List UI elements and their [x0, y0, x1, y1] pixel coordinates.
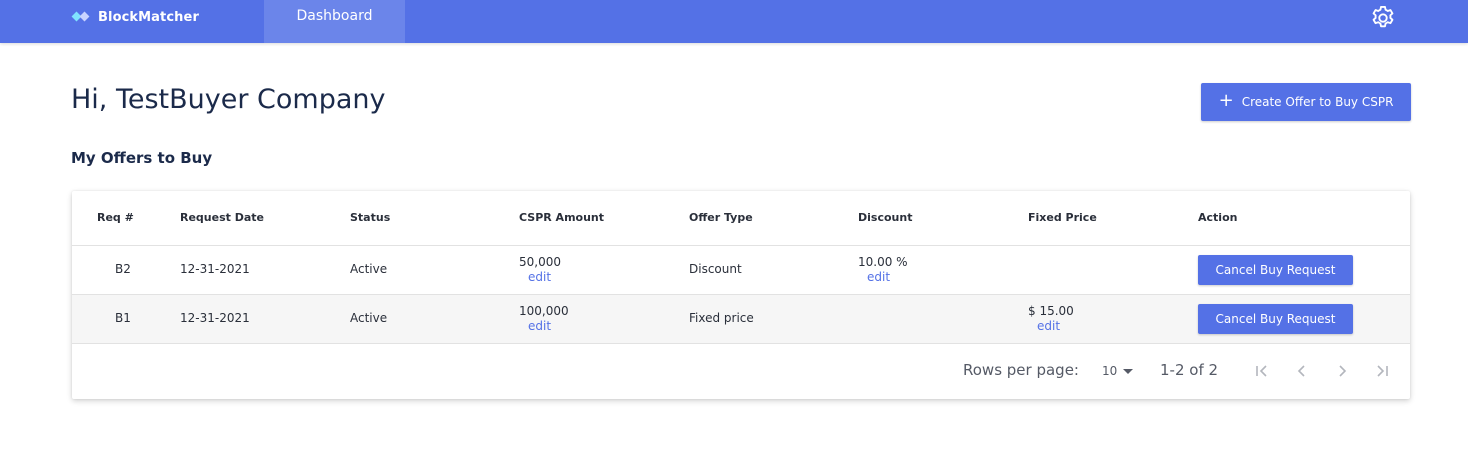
cell-req: B1: [115, 311, 131, 325]
cspr-amount-value: 100,000: [519, 304, 569, 318]
brand[interactable]: BlockMatcher: [71, 8, 199, 26]
fixed-price-value: $ 15.00: [1028, 304, 1074, 318]
table-header: Req # Request Date Status CSPR Amount Of…: [72, 191, 1410, 246]
create-offer-button[interactable]: + Create Offer to Buy CSPR: [1201, 83, 1411, 121]
column-header-discount[interactable]: Discount: [858, 211, 912, 224]
cell-request-date: 12-31-2021: [180, 311, 250, 325]
rows-per-page-label: Rows per page:: [963, 361, 1079, 379]
rows-per-page-select[interactable]: 10: [1102, 364, 1134, 378]
column-header-action: Action: [1198, 211, 1238, 224]
pagination-range: 1-2 of 2: [1160, 361, 1219, 379]
cell-cspr-amount: 50,000 edit: [519, 255, 561, 284]
brand-name: BlockMatcher: [98, 9, 199, 25]
last-page-icon[interactable]: [1370, 359, 1394, 383]
table-pagination: Rows per page: 10 1-2 of 2: [72, 345, 1410, 399]
edit-discount-link[interactable]: edit: [858, 270, 908, 284]
edit-amount-link[interactable]: edit: [519, 319, 569, 333]
first-page-icon[interactable]: [1250, 359, 1274, 383]
cancel-buy-request-button[interactable]: Cancel Buy Request: [1198, 304, 1353, 334]
cell-offer-type: Discount: [689, 262, 742, 276]
cell-request-date: 12-31-2021: [180, 262, 250, 276]
offers-table-card: Req # Request Date Status CSPR Amount Of…: [72, 191, 1410, 399]
tab-dashboard[interactable]: Dashboard: [264, 0, 405, 43]
cell-fixed-price: $ 15.00 edit: [1028, 304, 1074, 333]
edit-fixed-price-link[interactable]: edit: [1028, 319, 1074, 333]
column-header-req[interactable]: Req #: [97, 211, 134, 224]
table-row: B1 12-31-2021 Active 100,000 edit Fixed …: [72, 295, 1410, 344]
create-offer-label: Create Offer to Buy CSPR: [1241, 95, 1394, 109]
cell-cspr-amount: 100,000 edit: [519, 304, 569, 333]
column-header-status[interactable]: Status: [350, 211, 390, 224]
cspr-amount-value: 50,000: [519, 255, 561, 269]
settings-gear-icon[interactable]: [1369, 4, 1397, 32]
rows-per-page-value: 10: [1102, 364, 1118, 378]
column-header-request-date[interactable]: Request Date: [180, 211, 264, 224]
previous-page-icon[interactable]: [1290, 359, 1314, 383]
cell-offer-type: Fixed price: [689, 311, 754, 325]
cell-status: Active: [350, 311, 388, 325]
edit-amount-link[interactable]: edit: [519, 270, 561, 284]
section-title: My Offers to Buy: [71, 149, 213, 167]
table-row: B2 12-31-2021 Active 50,000 edit Discoun…: [72, 246, 1410, 295]
dropdown-caret-icon: [1123, 368, 1134, 374]
next-page-icon[interactable]: [1330, 359, 1354, 383]
column-header-fixed-price[interactable]: Fixed Price: [1028, 211, 1097, 224]
cell-status: Active: [350, 262, 388, 276]
cell-discount: 10.00 % edit: [858, 255, 908, 284]
column-header-cspr-amount[interactable]: CSPR Amount: [519, 211, 604, 224]
cancel-buy-request-button[interactable]: Cancel Buy Request: [1198, 255, 1353, 285]
page-greeting: Hi, TestBuyer Company: [71, 84, 386, 115]
plus-icon: +: [1218, 90, 1234, 111]
column-header-offer-type[interactable]: Offer Type: [689, 211, 753, 224]
discount-value: 10.00 %: [858, 255, 908, 269]
blockmatcher-logo-icon: [71, 11, 92, 23]
top-nav-bar: BlockMatcher Dashboard: [0, 0, 1468, 43]
cell-req: B2: [115, 262, 131, 276]
